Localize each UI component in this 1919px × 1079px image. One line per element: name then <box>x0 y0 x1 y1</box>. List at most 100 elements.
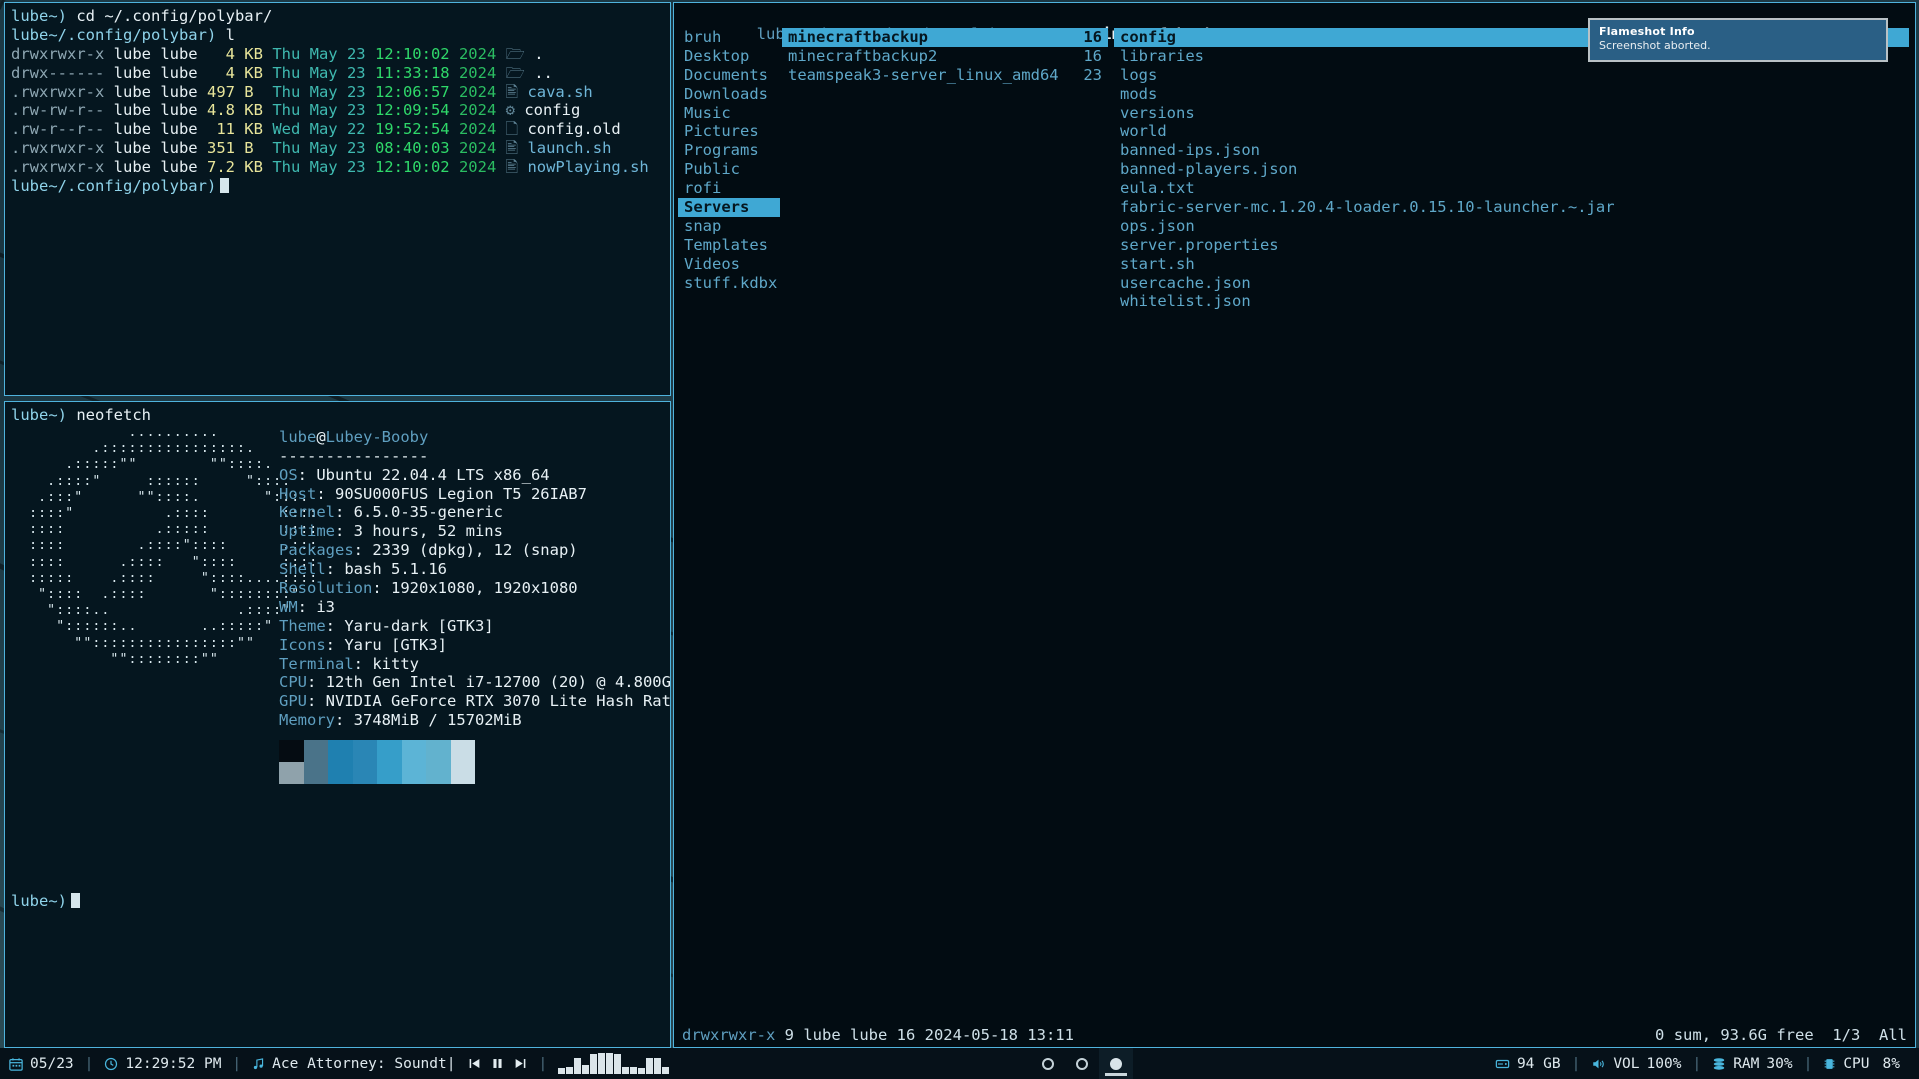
file-name: nowPlaying.sh <box>527 158 648 176</box>
terminal-window-neofetch[interactable]: lube~) neofetch .......... .::::::::::::… <box>4 401 671 1048</box>
ranger-column-current[interactable]: minecraftbackup16minecraftbackup216teams… <box>782 28 1108 1019</box>
neofetch-info-key: Uptime <box>279 522 335 540</box>
ranger-row[interactable]: teamspeak3-server_linux_amd6423 <box>782 66 1108 85</box>
ranger-column-preview[interactable]: configlibrarieslogsmodsversionsworldbann… <box>1114 28 1909 1019</box>
palette-swatch <box>377 762 402 784</box>
ranger-row[interactable]: Documents <box>678 66 780 85</box>
ranger-row[interactable]: Videos <box>678 255 780 274</box>
ranger-row-selected[interactable]: Servers <box>678 198 780 217</box>
ranger-column-parent[interactable]: bruhDesktopDocumentsDownloadsMusicPictur… <box>678 28 780 1019</box>
ranger-row-selected[interactable]: minecraftbackup16 <box>782 28 1108 47</box>
ranger-row[interactable]: usercache.json <box>1114 274 1909 293</box>
ranger-row[interactable]: Public <box>678 160 780 179</box>
calendar-icon <box>9 1057 23 1071</box>
ranger-row[interactable]: banned-ips.json <box>1114 141 1909 160</box>
volume-value: 100% <box>1647 1056 1682 1072</box>
ranger-row[interactable]: start.sh <box>1114 255 1909 274</box>
ranger-entry-name: rofi <box>684 179 721 198</box>
ranger-entry-name: config <box>1120 28 1176 47</box>
ranger-entry-name: Desktop <box>684 47 749 66</box>
ranger-row[interactable]: versions <box>1114 104 1909 123</box>
cava-bar <box>614 1054 621 1073</box>
cpu-module[interactable]: CPU 8% <box>1814 1056 1909 1072</box>
neofetch-info-row: CPU: 12th Gen Intel i7-12700 (20) @ 4.80… <box>279 673 671 692</box>
file-date: Thu May 23 <box>272 45 375 63</box>
ranger-entry-name: whitelist.json <box>1120 292 1251 311</box>
cava-bar <box>630 1067 637 1074</box>
ranger-row[interactable]: banned-players.json <box>1114 160 1909 179</box>
ranger-row[interactable]: Downloads <box>678 85 780 104</box>
previous-track-icon[interactable] <box>468 1057 481 1070</box>
ranger-row[interactable]: Desktop <box>678 47 780 66</box>
shell-prompt: lube~) <box>11 892 67 910</box>
terminal-content: lube~) cd ~/.config/polybar/lube~/.confi… <box>5 3 670 200</box>
terminal-prompt-line: lube~/.config/polybar) <box>11 177 664 196</box>
workspace-switcher[interactable] <box>1031 1048 1133 1079</box>
ranger-row[interactable]: whitelist.json <box>1114 292 1909 311</box>
ranger-file-manager-window[interactable]: lube@Lubey-Booby /home/lube/Servers/mine… <box>673 2 1916 1048</box>
ranger-row[interactable]: Music <box>678 104 780 123</box>
neofetch-info-key: CPU <box>279 673 307 691</box>
file-time: 19:52:54 <box>375 120 459 138</box>
workspace-button-2[interactable] <box>1065 1048 1099 1079</box>
neofetch-info: lube@Lubey-Booby----------------OS: Ubun… <box>279 425 671 784</box>
ranger-row[interactable]: fabric-server-mc.1.20.4-loader.0.15.10-l… <box>1114 198 1909 217</box>
polybar-left-modules: 05/23 | 12:29:52 PM | Ace Attorney: Soun… <box>0 1054 678 1074</box>
workspace-button-3[interactable] <box>1099 1048 1133 1079</box>
ram-stack-icon <box>1712 1057 1726 1071</box>
ram-module[interactable]: RAM 30% <box>1703 1056 1801 1072</box>
ranger-entry-name: banned-ips.json <box>1120 141 1260 160</box>
ranger-row[interactable]: bruh <box>678 28 780 47</box>
document-icon: 🗋 <box>506 120 528 138</box>
separator: | <box>1690 1056 1703 1072</box>
ranger-row[interactable]: mods <box>1114 85 1909 104</box>
ranger-row[interactable]: Templates <box>678 236 780 255</box>
ranger-row[interactable]: snap <box>678 217 780 236</box>
workspace-dot-icon <box>1076 1058 1088 1070</box>
file-year: 2024 <box>459 101 506 119</box>
ranger-entry-name: teamspeak3-server_linux_amd64 <box>788 66 1059 85</box>
neofetch-info-value: : 3748MiB / 15702MiB <box>335 711 522 729</box>
ranger-row[interactable]: eula.txt <box>1114 179 1909 198</box>
notification-popup-flameshot[interactable]: Flameshot Info Screenshot aborted. <box>1588 18 1888 62</box>
ranger-row[interactable]: Programs <box>678 141 780 160</box>
neofetch-info-row: Kernel: 6.5.0-35-generic <box>279 503 671 522</box>
media-controls[interactable] <box>464 1057 536 1070</box>
neofetch-info-value: : 3 hours, 52 mins <box>335 522 503 540</box>
ranger-entry-name: snap <box>684 217 721 236</box>
ranger-row[interactable]: server.properties <box>1114 236 1909 255</box>
neofetch-info-row: Uptime: 3 hours, 52 mins <box>279 522 671 541</box>
date-module[interactable]: 05/23 <box>0 1056 83 1072</box>
terminal-window-polybar-listing[interactable]: lube~) cd ~/.config/polybar/lube~/.confi… <box>4 2 671 396</box>
ranger-row[interactable]: ops.json <box>1114 217 1909 236</box>
ranger-row[interactable]: Pictures <box>678 122 780 141</box>
music-module[interactable]: Ace Attorney: Soundt| <box>243 1056 464 1072</box>
ranger-row[interactable]: world <box>1114 122 1909 141</box>
ranger-entry-name: Documents <box>684 66 768 85</box>
clock-module[interactable]: 12:29:52 PM <box>95 1056 230 1072</box>
pause-icon[interactable] <box>491 1057 504 1070</box>
ranger-row[interactable]: minecraftbackup216 <box>782 47 1108 66</box>
workspace-button-1[interactable] <box>1031 1048 1065 1079</box>
ranger-row[interactable]: stuff.kdbx <box>678 274 780 293</box>
neofetch-userhost: lube@Lubey-Booby <box>279 428 671 447</box>
volume-module[interactable]: VOL 100% <box>1582 1056 1690 1072</box>
ranger-entry-name: Servers <box>684 198 749 217</box>
ranger-row[interactable]: rofi <box>678 179 780 198</box>
cava-bar <box>598 1053 605 1074</box>
file-time: 12:06:57 <box>375 83 459 101</box>
ranger-entry-name: Programs <box>684 141 759 160</box>
file-listing-row: .rwxrwxr-x lube lube 351 B Thu May 23 08… <box>11 139 664 158</box>
ranger-row[interactable]: logs <box>1114 66 1909 85</box>
ranger-pane: lube@Lubey-Booby /home/lube/Servers/mine… <box>674 3 1915 1047</box>
file-owner: lube lube <box>114 120 207 138</box>
next-track-icon[interactable] <box>514 1057 527 1070</box>
neofetch-info-value: : Yaru [GTK3] <box>326 636 447 654</box>
neofetch-info-key: WM <box>279 598 298 616</box>
neofetch-info-key: Resolution <box>279 579 372 597</box>
shell-prompt: lube~) <box>11 7 67 25</box>
disk-module[interactable]: 94 GB <box>1486 1056 1570 1072</box>
ranger-columns: bruhDesktopDocumentsDownloadsMusicPictur… <box>674 28 1915 1019</box>
file-permissions: .rw-rw-r-- <box>11 101 114 119</box>
palette-swatch <box>451 740 476 762</box>
